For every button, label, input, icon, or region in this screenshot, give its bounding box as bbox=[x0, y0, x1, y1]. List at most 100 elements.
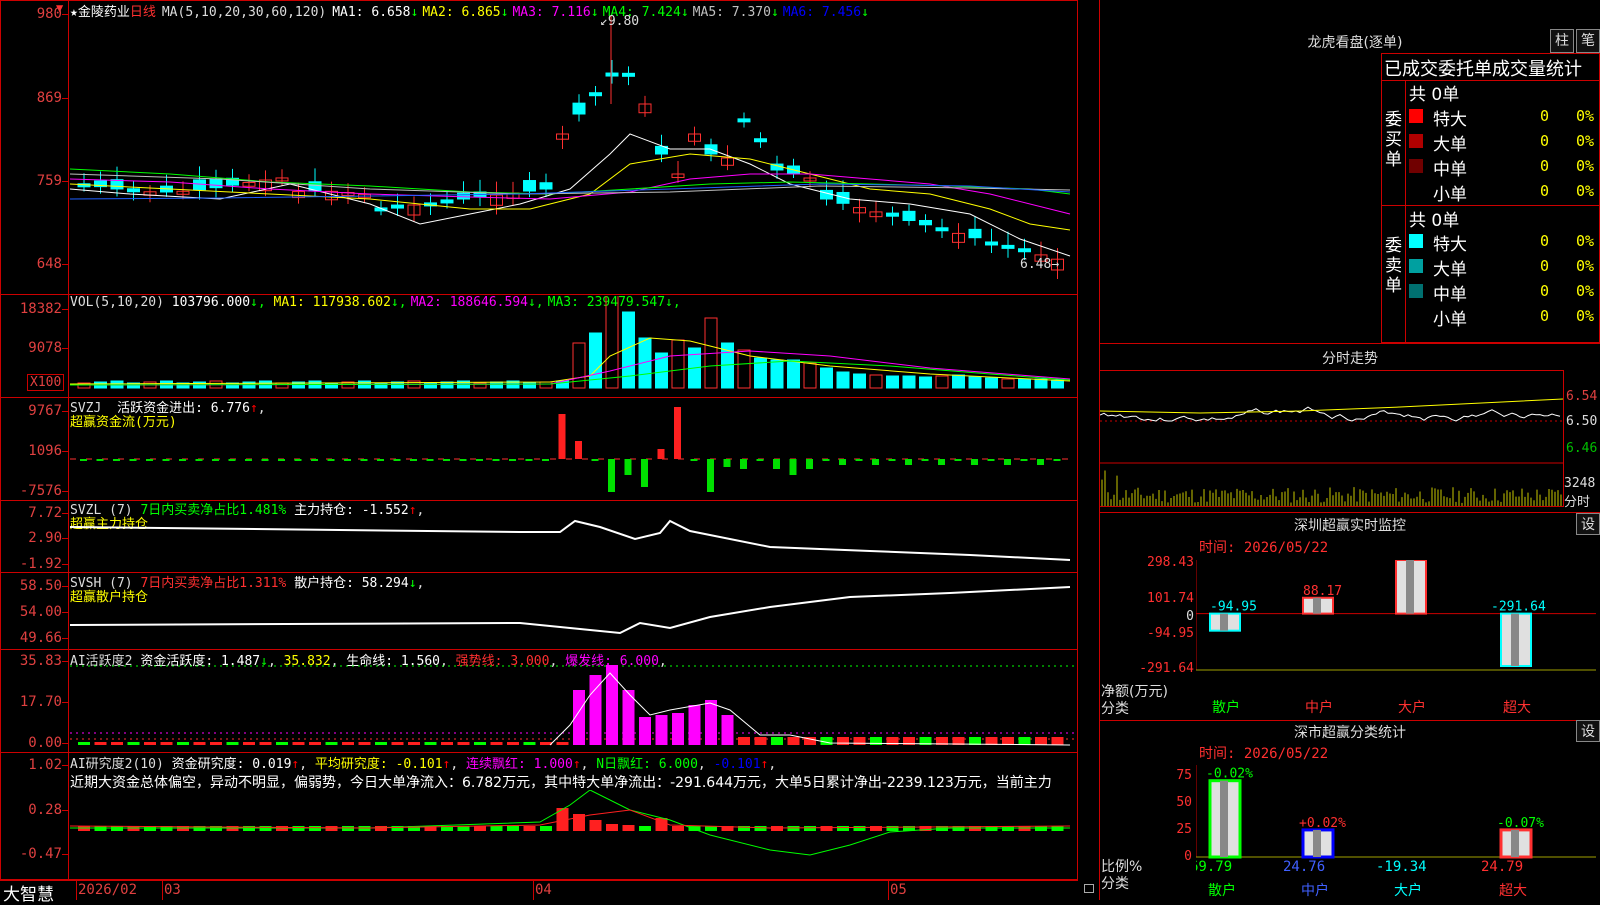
cls-bar-shade bbox=[1313, 829, 1321, 857]
cls-change-label: -0.02% bbox=[1206, 767, 1253, 782]
svzj-bar bbox=[311, 459, 318, 461]
fs-y-low: 6.46 bbox=[1566, 441, 1598, 456]
buy-group-label: 委买单 bbox=[1385, 110, 1402, 170]
ai-research-bar bbox=[837, 826, 849, 831]
yaxis-tick bbox=[62, 743, 68, 744]
ai-active-bar bbox=[474, 742, 486, 745]
ai-research-v1: 0.019 bbox=[252, 757, 292, 772]
mon-bar-shade bbox=[1406, 560, 1414, 614]
candle-body bbox=[1001, 244, 1015, 249]
volume-bar bbox=[1051, 379, 1064, 389]
sz-class-chart[interactable]: -0.02% +0.02% -0.07% 69.79 24.76 -19.34 24.79 bbox=[1196, 765, 1600, 900]
sz-monitor-chart[interactable]: -94.95 88.17 298.43 -291.64 bbox=[1196, 560, 1600, 720]
legend-swatch bbox=[1409, 259, 1423, 273]
order-type-label: 特大 bbox=[1433, 110, 1467, 130]
sz-monitor-settings-button[interactable]: 设 bbox=[1576, 513, 1600, 535]
cls-change-label: +0.02% bbox=[1299, 816, 1346, 831]
volume-bar bbox=[803, 362, 817, 389]
ai-active-bar bbox=[721, 715, 734, 745]
svzj-bar bbox=[96, 459, 104, 461]
svzj-bar bbox=[674, 407, 681, 459]
volume-bar bbox=[325, 382, 338, 389]
ai-active-bar bbox=[408, 742, 420, 745]
order-count: 0 bbox=[1540, 257, 1550, 275]
cls-bar-shade bbox=[1511, 829, 1519, 857]
svzj-bar bbox=[591, 459, 599, 461]
yaxis-tick bbox=[62, 309, 68, 310]
svzj-bar bbox=[624, 459, 632, 475]
volume-chart[interactable] bbox=[70, 296, 1076, 396]
svzj-bar bbox=[575, 441, 582, 459]
ai-research-bar bbox=[820, 826, 833, 831]
candle-body bbox=[589, 92, 602, 97]
bar-view-button[interactable]: 柱 bbox=[1550, 29, 1574, 53]
candlestick-chart[interactable] bbox=[70, 14, 1076, 292]
high-price-label: ↙9.80 bbox=[600, 14, 640, 29]
svzj-bar bbox=[690, 459, 698, 461]
sz-class-settings-button[interactable]: 设 bbox=[1576, 720, 1600, 742]
ai-active-bar bbox=[738, 737, 750, 745]
volume-bar bbox=[490, 381, 503, 389]
ai-active-bar bbox=[276, 742, 288, 745]
ai-research-bar bbox=[771, 826, 783, 831]
yaxis-tick bbox=[62, 638, 68, 639]
volume-bar bbox=[985, 377, 998, 389]
vol-unit-box[interactable]: X100 bbox=[27, 374, 65, 391]
intraday-chart[interactable] bbox=[1100, 371, 1563, 506]
yaxis-tick-label: 58.50 bbox=[19, 578, 62, 594]
fs-vol-value: 3248 bbox=[1564, 476, 1596, 491]
order-percent: 0% bbox=[1576, 132, 1595, 150]
ai-active-bar bbox=[144, 742, 156, 745]
ai-active-bar bbox=[556, 742, 569, 745]
ai-research-line bbox=[70, 790, 1070, 856]
lock-icon[interactable] bbox=[1084, 884, 1094, 893]
yaxis-tick bbox=[62, 810, 68, 811]
yaxis-tick bbox=[62, 264, 68, 265]
ai-research-chart[interactable] bbox=[70, 790, 1076, 878]
legend-swatch bbox=[1409, 234, 1423, 248]
yaxis-tick-label: 0.28 bbox=[28, 802, 62, 818]
svzj-bar bbox=[525, 459, 533, 461]
tick-view-button[interactable]: 笔 bbox=[1576, 29, 1600, 53]
yaxis-tick-label: 54.00 bbox=[19, 604, 62, 620]
svzj-chart[interactable] bbox=[70, 398, 1076, 499]
svzj-bar bbox=[1053, 459, 1061, 461]
fs-price-line bbox=[1100, 406, 1561, 422]
mon-bar-shade bbox=[1220, 613, 1228, 631]
volume-bar bbox=[275, 382, 289, 389]
svzl-chart[interactable] bbox=[70, 501, 1076, 571]
svzj-bar bbox=[905, 459, 912, 465]
order-percent: 0% bbox=[1576, 157, 1595, 175]
volume-bar bbox=[770, 359, 784, 389]
ai-active-chart[interactable] bbox=[70, 665, 1076, 751]
svzj-bar bbox=[426, 459, 434, 461]
yaxis-tick-label: -1.92 bbox=[19, 556, 62, 572]
cls-change-label: -0.07% bbox=[1497, 816, 1544, 831]
ai-research-bar bbox=[606, 824, 618, 831]
ai-research-line bbox=[70, 809, 1071, 829]
order-percent: 0% bbox=[1576, 307, 1595, 325]
svzj-bar bbox=[855, 459, 863, 461]
svsh-chart[interactable] bbox=[70, 573, 1076, 648]
ai-research-v2: -0.101 bbox=[395, 757, 443, 772]
yaxis-tick bbox=[62, 14, 68, 15]
date-tick-03 bbox=[162, 880, 163, 900]
order-count: 0 bbox=[1540, 307, 1550, 325]
mon-bar-shade bbox=[1313, 597, 1321, 614]
ai-active-bar bbox=[243, 742, 255, 745]
yaxis-tick-label: 49.66 bbox=[19, 630, 62, 646]
order-percent: 0% bbox=[1576, 182, 1595, 200]
fs-vol-unit: 分时 bbox=[1564, 495, 1591, 510]
ai-research-v3: 1.000 bbox=[533, 757, 573, 772]
svzj-bar bbox=[245, 459, 252, 461]
yaxis-tick bbox=[62, 181, 68, 182]
svzj-bar bbox=[179, 459, 186, 461]
svzj-bar bbox=[1020, 459, 1028, 461]
ai-research-t4: N日飘红: bbox=[596, 757, 651, 772]
svzj-bar bbox=[954, 459, 962, 461]
ai-active-bar bbox=[606, 665, 618, 745]
brand-label[interactable]: 大智慧 bbox=[3, 880, 54, 905]
candle-body bbox=[737, 118, 751, 123]
ai-active-bar bbox=[589, 675, 602, 745]
mon-ytick-label: 298.43 bbox=[1147, 555, 1194, 570]
